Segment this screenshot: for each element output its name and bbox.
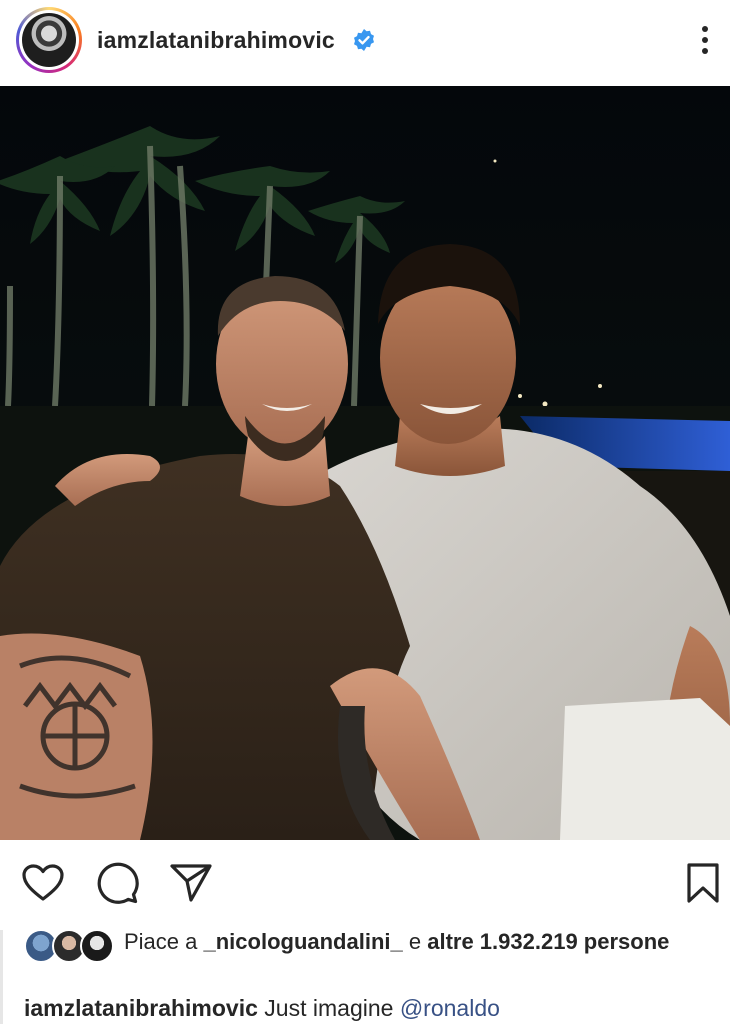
left-edge-divider xyxy=(0,930,3,1024)
comment-icon xyxy=(97,862,139,904)
action-bar xyxy=(0,850,730,916)
more-options-button[interactable] xyxy=(690,20,720,60)
caption-username[interactable]: iamzlatanibrahimovic xyxy=(24,995,258,1021)
photo-illustration xyxy=(0,86,730,840)
caption-text: Just imagine xyxy=(257,995,400,1021)
liker-avatars xyxy=(24,929,114,965)
likes-prefix: Piace a xyxy=(124,929,204,954)
post-photo[interactable] xyxy=(0,86,730,840)
share-button[interactable] xyxy=(168,860,214,906)
save-button[interactable] xyxy=(680,860,726,906)
more-vertical-icon xyxy=(702,26,708,32)
send-icon xyxy=(170,864,212,902)
like-button[interactable] xyxy=(20,860,66,906)
likes-middle: e xyxy=(402,929,428,954)
caption-mention[interactable]: @ronaldo xyxy=(400,995,500,1021)
liker-avatar xyxy=(80,929,114,963)
bookmark-icon xyxy=(687,863,719,903)
comment-button[interactable] xyxy=(94,860,140,906)
likes-count[interactable]: altre 1.932.219 persone xyxy=(427,929,669,954)
verified-badge-icon xyxy=(354,29,374,51)
liked-by-user[interactable]: _nicologuandalini_ xyxy=(204,929,403,954)
profile-avatar[interactable] xyxy=(16,7,82,73)
post-username[interactable]: iamzlatanibrahimovic xyxy=(97,27,335,54)
likes-text: Piace a _nicologuandalini_ e altre 1.932… xyxy=(124,927,714,957)
heart-icon xyxy=(22,864,64,901)
post-header: iamzlatanibrahimovic xyxy=(0,0,730,85)
post-caption: iamzlatanibrahimovic Just imagine @ronal… xyxy=(24,992,724,1024)
